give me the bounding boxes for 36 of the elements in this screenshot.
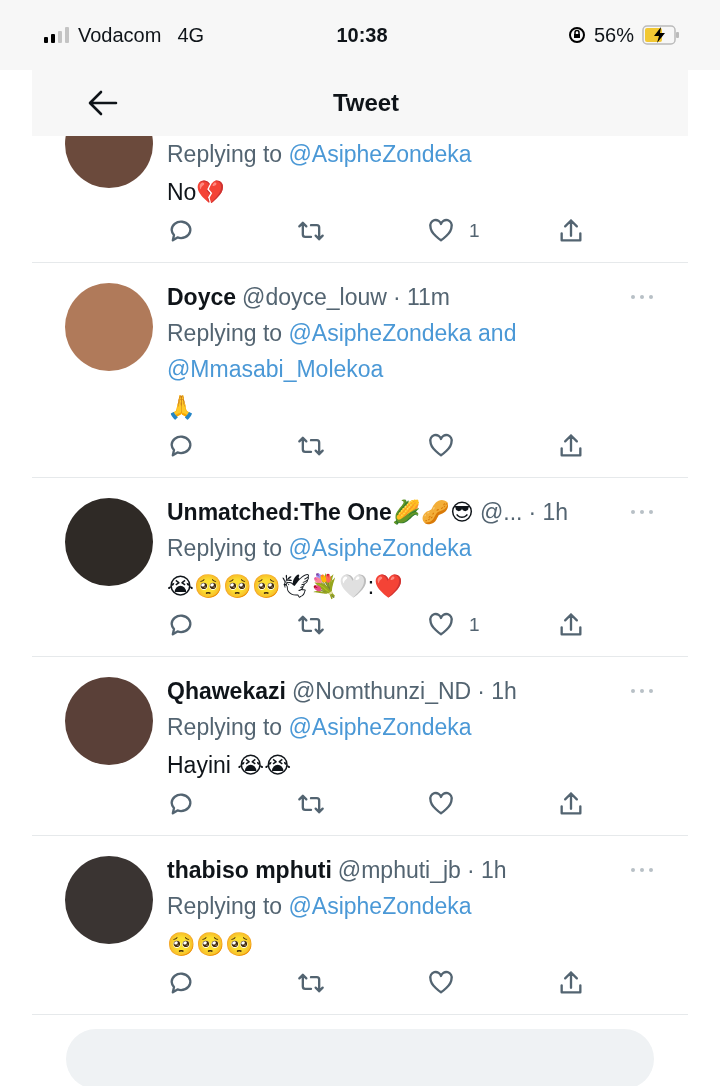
like-count: 1 [469, 219, 480, 243]
tweet-text: 🙏 [167, 393, 197, 422]
page-title: Tweet [331, 89, 401, 117]
tweet-text: 🥺🥺🥺 [167, 930, 255, 959]
tweet-text: 😭🥺🥺🥺🕊💐🤍:❤ [167, 572, 405, 601]
replying-to-text: Replying to @AsipheZondeka [167, 140, 473, 169]
tweet-time: · 1h [477, 677, 517, 706]
user-name[interactable]: Doyce [167, 279, 237, 315]
user-handle: @... [479, 498, 523, 527]
replying-to-text: Replying to @AsipheZondeka [167, 534, 473, 563]
mention-link[interactable]: @AsipheZondeka [288, 535, 472, 561]
user-name[interactable]: Unmatched:The One🌽🥜😎 [167, 494, 474, 530]
mention-link[interactable]: @Mmasabi_Molekoa [167, 356, 384, 382]
user-handle: @doyce_louw [242, 283, 387, 312]
tweet-time: · 1h [528, 498, 569, 527]
network-type: 4G [177, 23, 205, 47]
mention-link[interactable]: @AsipheZondeka [288, 714, 472, 740]
replying-joiner: and [478, 320, 517, 346]
tweet-text: Hayini 😭😭 [167, 751, 293, 780]
mention-link[interactable]: @AsipheZondeka [288, 893, 472, 919]
tweet-time: · 11m [392, 283, 450, 312]
like-count: 1 [469, 613, 480, 637]
user-handle: @Nomthunzi_ND [291, 677, 472, 706]
user-name[interactable]: Qhawekazi [167, 673, 286, 709]
carrier-name: Vodacom [78, 23, 162, 47]
user-handle: @mphuti_jb [337, 856, 461, 885]
mention-link[interactable]: @AsipheZondeka [288, 141, 472, 167]
user-name[interactable]: thabiso mphuti [167, 852, 332, 888]
replying-to-text: Replying to @AsipheZondeka [167, 892, 473, 921]
battery-percent: 56% [593, 23, 634, 47]
clock-time: 10:38 [335, 23, 389, 47]
mention-link[interactable]: @AsipheZondeka [288, 320, 472, 346]
tweet-text: No💔 [167, 178, 227, 207]
tweet-time: · 1h [466, 856, 507, 885]
replying-to-text: Replying to @AsipheZondeka and @Mmasabi_Molekoa [167, 319, 518, 384]
replying-to-text: Replying to @AsipheZondeka [167, 713, 473, 742]
